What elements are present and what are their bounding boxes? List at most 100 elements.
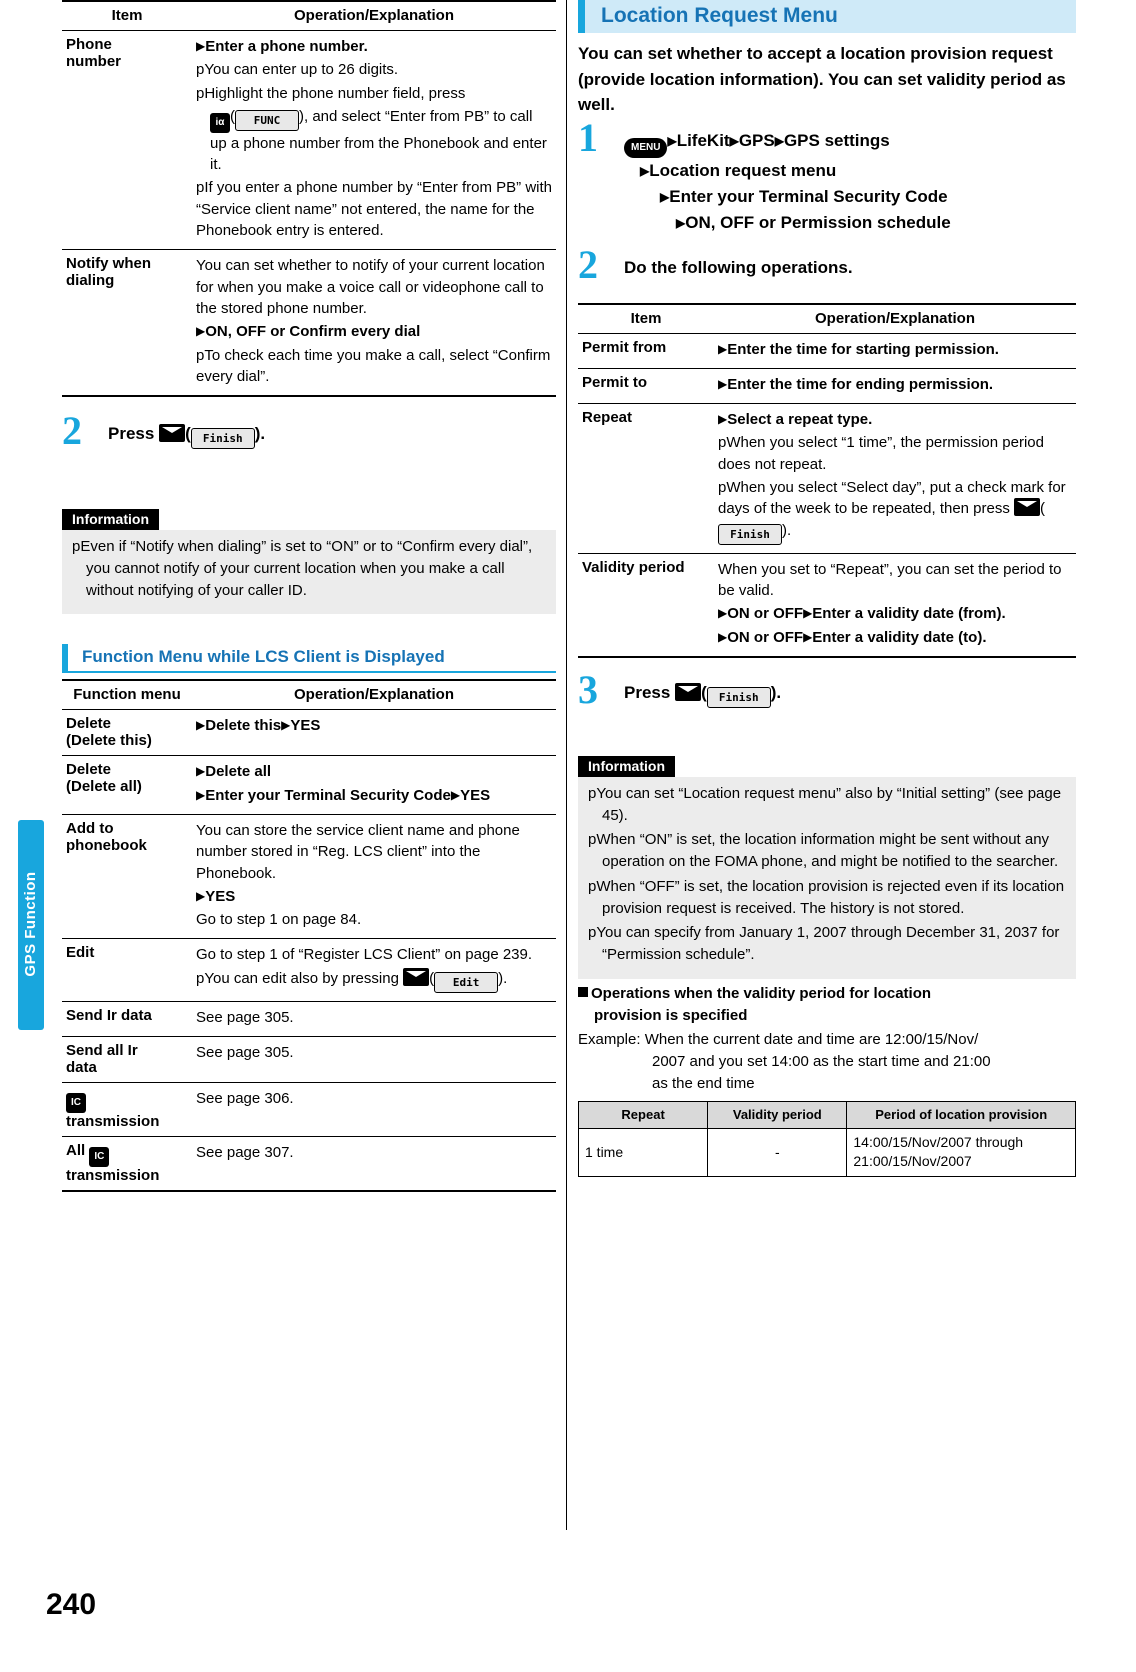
- finish-softkey[interactable]: Finish: [718, 523, 782, 545]
- line-plain-goto: Go to step 1 on page 84.: [196, 911, 362, 929]
- grid-header-repeat: Repeat: [577, 1100, 709, 1129]
- line-bullet-select-day: pWhen you select “Select day”, put a che…: [718, 477, 1072, 545]
- column-divider: [566, 0, 567, 1530]
- step-number: 3: [578, 666, 598, 712]
- line-plain-see-page: See page 306.: [196, 1090, 294, 1108]
- information-item: pEven if “Notify when dialing” is set to…: [72, 538, 533, 599]
- column-header-operation: Operation/Explanation: [192, 679, 556, 711]
- row-content: See page 306.: [192, 1082, 556, 1138]
- operations-heading: Operations when the validity period for …: [578, 983, 1076, 1005]
- table-row: Add to phonebook You can store the servi…: [62, 814, 556, 940]
- line-plain-see-page: See page 305.: [196, 1044, 294, 1062]
- arrow-icon: ▶: [196, 888, 206, 903]
- row-label-text-line2: (Delete all): [66, 778, 142, 796]
- table-row: Delete (Delete all) ▶Delete all ▶Enter y…: [62, 755, 556, 815]
- line-arrow-enter-phone: ▶Enter a phone number.: [196, 38, 368, 55]
- table-header-row: Function menu Operation/Explanation: [62, 679, 556, 711]
- table-row: Send all Ir data See page 305.: [62, 1036, 556, 1084]
- row-content: See page 305.: [192, 1001, 556, 1038]
- step-line-4: ▶ON, OFF or Permission schedule: [676, 213, 951, 233]
- line-arrow-delete-all: ▶Delete all: [196, 763, 272, 781]
- column-header-operation: Operation/Explanation: [714, 302, 1076, 334]
- square-bullet-icon: [578, 986, 588, 997]
- line-plain-see-page: See page 307.: [196, 1144, 294, 1162]
- envelope-key-icon[interactable]: [675, 682, 702, 701]
- arrow-icon: ▶: [660, 189, 670, 204]
- row-label-send-all-ir-data: Send all Ir data: [62, 1036, 192, 1084]
- edit-softkey[interactable]: Edit: [434, 971, 499, 993]
- line-arrow-validity-from: ▶ON or OFF▶Enter a validity date (from).: [718, 605, 1006, 623]
- left-column: Item Operation/Explanation Phone number …: [62, 0, 556, 1193]
- envelope-key-icon[interactable]: [403, 967, 430, 986]
- arrow-icon: ▶: [718, 629, 728, 644]
- arrow-icon: ▶: [718, 376, 728, 391]
- grid-cell-period: 14:00/15/Nov/2007 through 21:00/15/Nov/2…: [846, 1127, 1076, 1177]
- function-menu-table: Function menu Operation/Explanation Dele…: [62, 679, 556, 1193]
- table-row: Edit Go to step 1 of “Register LCS Clien…: [62, 938, 556, 1002]
- table-header-row: Item Operation/Explanation: [578, 302, 1076, 334]
- operations-heading-line2: provision is specified: [594, 1006, 748, 1024]
- line-bullet-digits: pYou can enter up to 26 digits.: [196, 61, 399, 79]
- envelope-key-icon[interactable]: [1014, 498, 1041, 517]
- row-label-edit: Edit: [62, 938, 192, 1002]
- grid-cell-validity-period: -: [707, 1127, 848, 1177]
- operations-block: Operations when the validity period for …: [577, 983, 1076, 1177]
- arrow-icon: ▶: [718, 341, 728, 356]
- grid-header-row: Repeat Validity period Period of locatio…: [577, 1100, 1076, 1129]
- row-label-validity-period: Validity period: [578, 553, 714, 658]
- row-label-text-line2: data: [66, 1059, 97, 1077]
- information-item: pYou can specify from January 1, 2007 th…: [588, 924, 1060, 964]
- row-label-text-line2: phonebook: [66, 837, 147, 854]
- line-arrow-permit-to: ▶Enter the time for ending permission.: [718, 375, 994, 393]
- line-key-func: iα(FUNC), and select “Enter from PB” to …: [210, 107, 547, 174]
- line-arrow-validity-to: ▶ON or OFF▶Enter a validity date (to).: [718, 628, 987, 646]
- side-tab-label: GPS Function: [22, 871, 39, 977]
- step-number: 2: [578, 241, 598, 287]
- row-content: ▶Delete this▶YES: [192, 709, 556, 757]
- finish-softkey[interactable]: Finish: [706, 686, 771, 708]
- example-line-2: 2007 and you set 14:00 as the start time…: [652, 1053, 991, 1071]
- row-content: You can store the service client name an…: [192, 814, 556, 940]
- step-number: 2: [62, 408, 82, 454]
- table-row: Repeat ▶Select a repeat type. pWhen you …: [578, 403, 1076, 554]
- line-plain-store: You can store the service client name an…: [196, 822, 520, 882]
- row-label-text: Edit: [66, 944, 95, 962]
- table-row: IC transmission See page 306.: [62, 1082, 556, 1138]
- step-text: MENU ▶LifeKit▶GPS▶GPS settings ▶Location …: [624, 128, 1076, 237]
- menu-key-icon[interactable]: MENU: [624, 137, 668, 158]
- step-line-1: MENU ▶LifeKit▶GPS▶GPS settings: [624, 128, 1076, 158]
- line-arrow-security-code: ▶Enter your Terminal Security Code▶YES: [196, 786, 491, 804]
- envelope-key-icon[interactable]: [159, 424, 186, 443]
- arrow-icon: ▶: [450, 787, 461, 802]
- grid-row: 1 time - 14:00/15/Nov/2007 through 21:00…: [577, 1127, 1076, 1177]
- row-label-text-line1: Add to: [66, 820, 114, 837]
- information-block-left: Information pEven if “Notify when dialin…: [62, 509, 556, 615]
- information-label: Information: [578, 755, 675, 777]
- row-label-repeat: Repeat: [578, 403, 714, 554]
- row-label-delete-this: Delete (Delete this): [62, 709, 192, 757]
- row-content: ▶Delete all ▶Enter your Terminal Securit…: [192, 755, 556, 815]
- manual-page: GPS Function 240 Item Operation/Explanat…: [0, 0, 1136, 1672]
- row-label-delete-all: Delete (Delete all): [62, 755, 192, 815]
- arrow-icon: ▶: [803, 629, 813, 644]
- location-request-settings-table: Item Operation/Explanation Permit from ▶…: [578, 302, 1076, 658]
- i-alpha-icon: iα: [210, 112, 230, 133]
- step-text: Do the following operations.: [624, 257, 853, 277]
- func-softkey[interactable]: FUNC: [235, 109, 299, 131]
- line-arrow-delete-this: ▶Delete this▶YES: [196, 717, 321, 735]
- line-arrow-permit-from: ▶Enter the time for starting permission.: [718, 340, 999, 358]
- row-label-text: transmission: [66, 1113, 160, 1131]
- row-label-permit-from: Permit from: [578, 333, 714, 369]
- grid-header-validity-period: Validity period: [707, 1100, 848, 1129]
- line-bullet-highlight: pHighlight the phone number field, press: [196, 84, 466, 102]
- row-label-text-line2: (Delete this): [66, 732, 152, 750]
- row-label-phone-number: Phone number: [62, 30, 192, 251]
- finish-softkey[interactable]: Finish: [190, 428, 255, 450]
- table-header-row: Item Operation/Explanation: [62, 0, 556, 31]
- table-row: Phone number ▶Enter a phone number. pYou…: [62, 30, 556, 251]
- row-content: Go to step 1 of “Register LCS Client” on…: [192, 938, 556, 1002]
- row-label-text-line2: dialing: [66, 272, 115, 290]
- row-content: ▶Enter the time for ending permission.: [714, 368, 1076, 405]
- row-label-text: transmission: [66, 1167, 160, 1185]
- table-row: Permit from ▶Enter the time for starting…: [578, 333, 1076, 369]
